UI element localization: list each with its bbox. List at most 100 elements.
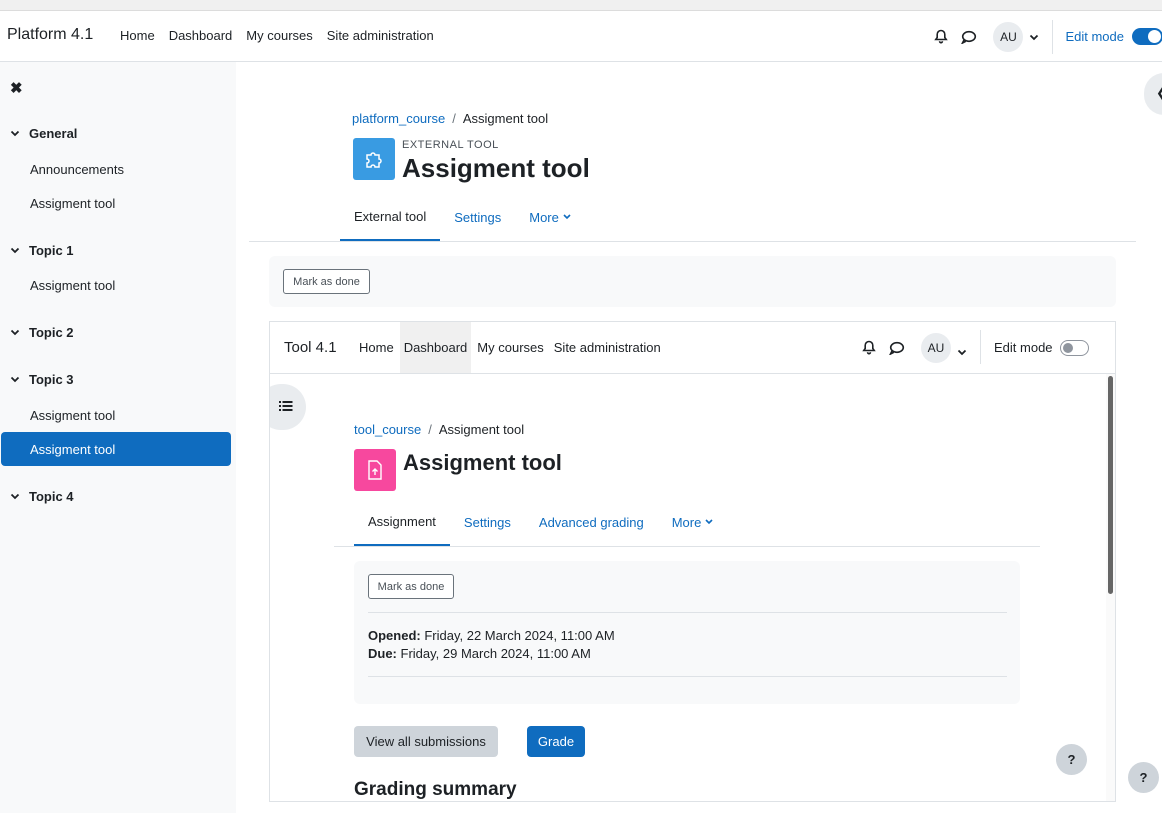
view-all-submissions-button[interactable]: View all submissions xyxy=(354,726,498,757)
help-button[interactable]: ? xyxy=(1128,762,1159,793)
tab-more-label: More xyxy=(529,209,559,225)
nav-dashboard[interactable]: Dashboard xyxy=(169,28,233,43)
tool-nav-dashboard[interactable]: Dashboard xyxy=(399,322,472,373)
tool-primary-navigation: Home Dashboard My courses Site administr… xyxy=(355,322,667,373)
tool-breadcrumb: tool_course / Assigment tool xyxy=(354,422,524,437)
section-topic-2[interactable]: Topic 2 xyxy=(10,325,74,340)
tabs-divider xyxy=(249,241,1136,242)
grade-button[interactable]: Grade xyxy=(527,726,585,757)
tool-course-index-button[interactable] xyxy=(270,384,306,430)
breadcrumb-separator: / xyxy=(452,111,456,126)
tool-navbar: Tool 4.1 Home Dashboard My courses Site … xyxy=(270,322,1115,374)
mark-as-done-button[interactable]: Mark as done xyxy=(283,269,370,294)
section-topic-4[interactable]: Topic 4 xyxy=(10,489,74,504)
chevron-down-icon xyxy=(10,329,20,336)
grading-summary-heading: Grading summary xyxy=(354,779,517,800)
opened-label: Opened: xyxy=(368,628,421,643)
panel-divider-bottom xyxy=(368,676,1007,677)
nav-my-courses[interactable]: My courses xyxy=(246,28,312,43)
drawer-item-assigment-tool[interactable]: Assigment tool xyxy=(30,278,115,293)
open-block-drawer-button[interactable]: ❮ xyxy=(1144,73,1162,115)
due-value: Friday, 29 March 2024, 11:00 AM xyxy=(400,646,591,661)
edit-mode-toggle[interactable] xyxy=(1132,28,1162,45)
close-drawer-icon[interactable]: ✖ xyxy=(10,79,23,97)
section-title: Topic 4 xyxy=(29,489,74,504)
tool-help-button[interactable]: ? xyxy=(1056,744,1087,775)
tool-secondary-navigation: Assignment Settings Advanced grading Mor… xyxy=(354,498,727,546)
course-index-drawer: ✖ General Announcements Assigment tool T… xyxy=(0,62,236,813)
due-date-row: Due: Friday, 29 March 2024, 11:00 AM xyxy=(368,645,615,663)
tool-scrollbar[interactable] xyxy=(1106,374,1115,801)
messages-chat-icon[interactable] xyxy=(960,28,978,46)
tab-settings[interactable]: Settings xyxy=(440,193,515,241)
chevron-left-icon: ❮ xyxy=(1156,85,1162,101)
breadcrumb-course-link[interactable]: platform_course xyxy=(352,111,445,126)
nav-home[interactable]: Home xyxy=(120,28,155,43)
completion-panel xyxy=(269,256,1116,307)
tool-nav-home[interactable]: Home xyxy=(355,322,398,373)
edit-mode-label: Edit mode xyxy=(1065,29,1124,44)
due-label: Due: xyxy=(368,646,397,661)
drawer-item-assigment-tool[interactable]: Assigment tool xyxy=(30,408,115,423)
tool-user-menu-chevron-down-icon[interactable] xyxy=(957,344,967,359)
tool-brand[interactable]: Tool 4.1 xyxy=(284,339,337,356)
notifications-bell-icon[interactable] xyxy=(932,28,950,46)
section-title: Topic 2 xyxy=(29,325,74,340)
chevron-down-icon xyxy=(705,519,713,525)
secondary-navigation: External tool Settings More xyxy=(340,193,585,241)
section-title: Topic 1 xyxy=(29,243,74,258)
opened-value: Friday, 22 March 2024, 11:00 AM xyxy=(424,628,615,643)
nav-site-administration[interactable]: Site administration xyxy=(327,28,434,43)
tab-external-tool[interactable]: External tool xyxy=(340,193,441,241)
tool-scrollbar-thumb[interactable] xyxy=(1108,376,1113,594)
assignment-file-upload-icon xyxy=(354,449,396,491)
tab-advanced-grading[interactable]: Advanced grading xyxy=(525,498,658,546)
page-title: Assigment tool xyxy=(402,153,590,183)
section-topic-3[interactable]: Topic 3 xyxy=(10,372,74,387)
chevron-down-icon xyxy=(563,214,571,220)
tool-breadcrumb-current: Assigment tool xyxy=(438,422,525,437)
tool-edit-mode-toggle[interactable] xyxy=(1060,340,1089,356)
tool-edit-mode-label: Edit mode xyxy=(994,340,1053,355)
navbar-user-area: AU Edit mode xyxy=(932,11,1162,62)
section-general[interactable]: General xyxy=(10,126,77,141)
activity-type-label: EXTERNAL TOOL xyxy=(402,139,499,151)
site-brand[interactable]: Platform 4.1 xyxy=(7,26,93,44)
tool-navbar-divider xyxy=(980,330,981,364)
tool-breadcrumb-separator: / xyxy=(428,422,432,437)
list-icon xyxy=(279,401,293,411)
tab-assignment[interactable]: Assignment xyxy=(354,498,450,546)
tool-mark-as-done-button[interactable]: Mark as done xyxy=(368,574,454,599)
tab-more[interactable]: More xyxy=(515,193,585,241)
section-topic-1[interactable]: Topic 1 xyxy=(10,243,74,258)
section-title: Topic 3 xyxy=(29,372,74,387)
navbar-divider xyxy=(1052,19,1054,54)
tool-tabs-divider xyxy=(334,546,1040,547)
external-tool-iframe: Tool 4.1 Home Dashboard My courses Site … xyxy=(269,321,1116,802)
tool-nav-my-courses[interactable]: My courses xyxy=(473,322,547,373)
section-title: General xyxy=(29,126,78,141)
browser-top-strip xyxy=(0,0,1162,11)
tool-messages-chat-icon[interactable] xyxy=(888,341,905,358)
user-menu-chevron-down-icon[interactable] xyxy=(1029,29,1039,44)
external-tool-puzzle-icon xyxy=(353,138,395,180)
primary-navigation: Home Dashboard My courses Site administr… xyxy=(120,28,434,43)
chevron-down-icon xyxy=(10,493,20,500)
tab-more-label: More xyxy=(671,514,702,530)
tab-settings[interactable]: Settings xyxy=(450,498,525,546)
drawer-item-assigment-tool[interactable]: Assigment tool xyxy=(30,196,115,211)
tool-breadcrumb-course-link[interactable]: tool_course xyxy=(354,422,421,437)
breadcrumb: platform_course / Assigment tool xyxy=(352,111,548,126)
tool-page-title: Assigment tool xyxy=(403,450,562,475)
chevron-down-icon xyxy=(10,130,20,137)
tool-notifications-bell-icon[interactable] xyxy=(862,340,876,358)
user-avatar[interactable]: AU xyxy=(993,21,1024,52)
drawer-item-announcements[interactable]: Announcements xyxy=(30,162,124,177)
tool-nav-site-administration[interactable]: Site administration xyxy=(550,322,665,373)
drawer-item-assigment-tool-active[interactable]: Assigment tool xyxy=(1,432,231,466)
tool-user-avatar[interactable]: AU xyxy=(921,333,951,363)
activity-dates: Opened: Friday, 22 March 2024, 11:00 AM … xyxy=(368,627,615,663)
panel-divider-top xyxy=(368,612,1007,613)
tab-more[interactable]: More xyxy=(658,498,728,546)
opened-date-row: Opened: Friday, 22 March 2024, 11:00 AM xyxy=(368,627,615,645)
